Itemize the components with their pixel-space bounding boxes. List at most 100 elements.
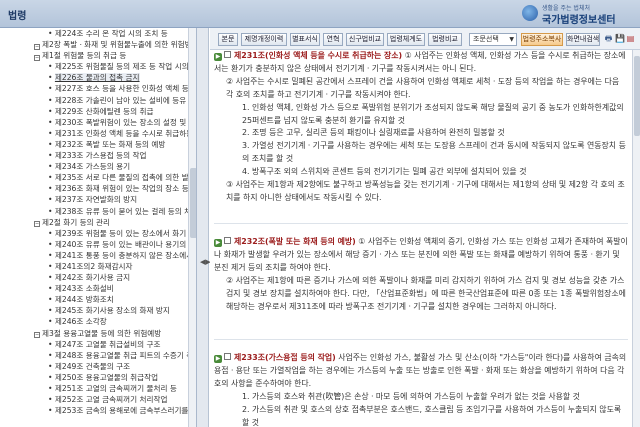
toolbar-button[interactable]: 별표서식 — [290, 33, 320, 46]
article-select-value: 조문선택 — [473, 35, 499, 43]
tree-article[interactable]: • 제230조 폭발위험이 있는 장소의 설정 및 관 — [0, 117, 188, 128]
bullet-icon: • — [48, 317, 55, 327]
tree-article[interactable]: • 제250조 용융고열물의 취급작업 — [0, 372, 188, 383]
tree-article[interactable]: • 제229조 산화에틸렌 등의 취급 — [0, 106, 188, 117]
toolbar-button[interactable]: 신구법비교 — [346, 33, 384, 46]
tree-article[interactable]: • 제243조 소화설비 — [0, 283, 188, 294]
tree-article[interactable]: • 제236조 화재 위험이 있는 작업의 장소 등 — [0, 183, 188, 194]
tree-article[interactable]: • 제251조 고열의 금속찌꺼기 물처리 등 — [0, 383, 188, 394]
article-checkbox[interactable] — [224, 353, 231, 360]
tree-label: 제226조 물과의 접촉 금지 — [54, 73, 140, 83]
collapse-icon[interactable]: − — [34, 332, 40, 339]
article-title[interactable]: 제231조(인화성 액체 등을 수시로 취급하는 장소) — [234, 51, 402, 60]
tree-article[interactable]: • 제245조 화기사용 장소의 화재 방지 — [0, 305, 188, 316]
law-article: ▶ 제231조(인화성 액체 등을 수시로 취급하는 장소) ① 사업주는 인화성… — [214, 50, 628, 205]
tree-article[interactable]: • 제246조 소각장 — [0, 316, 188, 327]
tree-article[interactable]: • 제235조 서로 다른 물질의 접촉에 의한 발화 — [0, 172, 188, 183]
tree-section[interactable]: − 제3절 용융고열물 등에 의한 위험예방 — [0, 328, 188, 339]
bullet-icon: • — [48, 395, 55, 405]
article-link-icon[interactable]: ▶ — [214, 53, 222, 61]
collapse-icon[interactable]: − — [34, 54, 40, 61]
article-link-icon[interactable]: ▶ — [214, 355, 222, 363]
tree-article[interactable]: • 제253조 금속의 용해로에 금속부스러기를 넣 — [0, 405, 188, 416]
bullet-icon: • — [48, 306, 55, 316]
article-item: 4. 방폭구조 외의 스위치와 콘센트 등의 전기기기는 밀폐 공간 외부에 설… — [242, 167, 527, 177]
copy-law-address-button[interactable]: 법령주소복사 — [521, 33, 563, 46]
tree-label: 제250조 용융고열물의 취급작업 — [54, 372, 159, 382]
content-scroll-thumb[interactable] — [634, 56, 640, 136]
tree-article[interactable]: • 제244조 방화조치 — [0, 294, 188, 305]
tree-section[interactable]: − 제1절 위험물 등의 취급 등 — [0, 50, 188, 61]
tree-article[interactable]: • 제232조 폭발 또는 화재 등의 예방 — [0, 139, 188, 150]
tree-scrollbar[interactable] — [188, 28, 196, 427]
tree-article[interactable]: • 제238조 유류 등이 묻어 있는 걸레 등의 처리 — [0, 206, 188, 217]
bullet-icon: • — [48, 184, 55, 194]
print-icon[interactable]: 🖶 — [604, 34, 613, 44]
collapse-icon[interactable]: − — [34, 43, 40, 50]
article-item: 2. 가스등의 취관 및 호스의 상호 접촉부분은 호스밴드, 호스클립 등 조… — [242, 404, 622, 427]
tree-label: 제242조 화기사용 금지 — [54, 273, 131, 283]
tree-label: 제253조 금속의 용해로에 금속부스러기를 넣 — [54, 406, 188, 416]
top-header: 법령 생활을 주는 법체처 국가법령정보센터 — [0, 0, 640, 28]
tree-label: 제252조 고열 금속찌꺼기 처리작업 — [54, 395, 168, 405]
article-title[interactable]: 제233조(가스용접 등의 작업) — [234, 353, 336, 362]
article-select[interactable]: 조문선택 ▼ — [469, 33, 517, 46]
tree-article[interactable]: • 제231조 인화성 액체 등을 수시로 취급하는 장 — [0, 128, 188, 139]
law-content: ▶ 제231조(인화성 액체 등을 수시로 취급하는 장소) ① 사업주는 인화성… — [210, 50, 632, 427]
tree-article[interactable]: • 제228조 가솔린이 남아 있는 설비에 등유 등 — [0, 95, 188, 106]
article-link-icon[interactable]: ▶ — [214, 239, 222, 247]
tree-article[interactable]: • 제248조 용융고열물 취급 피트의 수증기 폭발 — [0, 350, 188, 361]
article-item: 3. 가열성 전기기계ㆍ기구를 사용하는 경우에는 세척 또는 도장용 스프레이… — [242, 141, 626, 164]
list-icon[interactable]: ▤ — [626, 34, 635, 44]
bullet-icon: • — [48, 73, 55, 83]
page-title: 법령 — [8, 11, 27, 22]
tree-article[interactable]: • 제225조 위험물질 등의 제조 등 작업 시의 조 — [0, 61, 188, 72]
tree-section[interactable]: − 제2절 화기 등의 관리 — [0, 217, 188, 228]
chevron-down-icon: ▼ — [509, 36, 514, 43]
tree-article[interactable]: • 제241조 통풍 등이 충분하지 않은 장소에서의 — [0, 250, 188, 261]
tree-label: 제241조의2 화재감시자 — [54, 261, 133, 271]
tree-article[interactable]: • 제234조 가스등의 용기 — [0, 161, 188, 172]
toolbar-button[interactable]: 법령체계도 — [387, 33, 425, 46]
article-title[interactable]: 제232조(폭발 또는 화재 등의 예방) — [234, 237, 356, 246]
toolbar-button[interactable]: 법령비교 — [428, 33, 462, 46]
tree-article[interactable]: • 제252조 고열 금속찌꺼기 처리작업 — [0, 394, 188, 405]
save-icon[interactable]: 💾 — [615, 34, 625, 44]
tree-label: 제241조 통풍 등이 충분하지 않은 장소에서의 — [54, 250, 188, 260]
toolbar-button[interactable]: 본문 — [218, 33, 238, 46]
tree-article[interactable]: • 제233조 가스용접 등의 작업 — [0, 150, 188, 161]
collapse-icon[interactable]: − — [34, 221, 40, 228]
bullet-icon: • — [48, 339, 55, 349]
tree-article[interactable]: • 제241조의2 화재감시자 — [0, 261, 188, 272]
bullet-icon: • — [48, 128, 55, 138]
tree-article[interactable]: • 제247조 고열물 취급설비의 구조 — [0, 339, 188, 350]
bullet-icon: • — [48, 117, 55, 127]
tree-article[interactable]: • 제226조 물과의 접촉 금지 — [0, 72, 188, 83]
bullet-icon: • — [48, 361, 55, 371]
tree-article[interactable]: • 제249조 건축물의 구조 — [0, 361, 188, 372]
tree-article[interactable]: • 제227조 호스 등을 사용한 인화성 액체 등의 — [0, 83, 188, 94]
bullet-icon: • — [48, 261, 55, 271]
tree-label: 제2절 화기 등의 관리 — [42, 217, 110, 227]
site-logo[interactable]: 생활을 주는 법체처 국가법령정보센터 — [522, 2, 634, 26]
article-checkbox[interactable] — [224, 237, 231, 244]
tree-label: 제238조 유류 등이 묻어 있는 걸레 등의 처리 — [54, 206, 188, 216]
article-checkbox[interactable] — [224, 51, 231, 58]
bullet-icon: • — [48, 195, 55, 205]
bullet-icon: • — [48, 29, 55, 38]
tree-article[interactable]: • 제240조 유류 등이 있는 배관이나 용기의 용 — [0, 239, 188, 250]
toolbar-button[interactable]: 연혁 — [323, 33, 343, 46]
tree-section[interactable]: − 제2장 폭발ㆍ화재 및 위험물누출에 의한 위험방 — [0, 39, 188, 50]
tree-label: 제239조 위험물 등이 있는 장소에서 화기 등 — [54, 228, 188, 238]
law-tree-panel: • 제224조 수리 온 작업 시의 조치 등 − 제2장 폭발ㆍ화재 및 위험물누… — [0, 28, 197, 427]
in-page-search-button[interactable]: 화면내검색 — [566, 33, 600, 46]
tree-article[interactable]: • 제237조 자연발화의 방지 — [0, 194, 188, 205]
logo-name: 국가법령정보센터 — [542, 15, 616, 26]
content-scrollbar[interactable] — [632, 50, 640, 427]
panel-splitter[interactable]: ◀▶ — [197, 28, 211, 427]
tree-article[interactable]: • 제239조 위험물 등이 있는 장소에서 화기 등 — [0, 228, 188, 239]
tree-article[interactable]: • 제242조 화기사용 금지 — [0, 272, 188, 283]
toolbar-button[interactable]: 제명개정이력 — [241, 33, 287, 46]
tree-article[interactable]: • 제224조 수리 온 작업 시의 조치 등 — [0, 28, 188, 39]
tree-scroll-thumb[interactable] — [190, 168, 196, 238]
